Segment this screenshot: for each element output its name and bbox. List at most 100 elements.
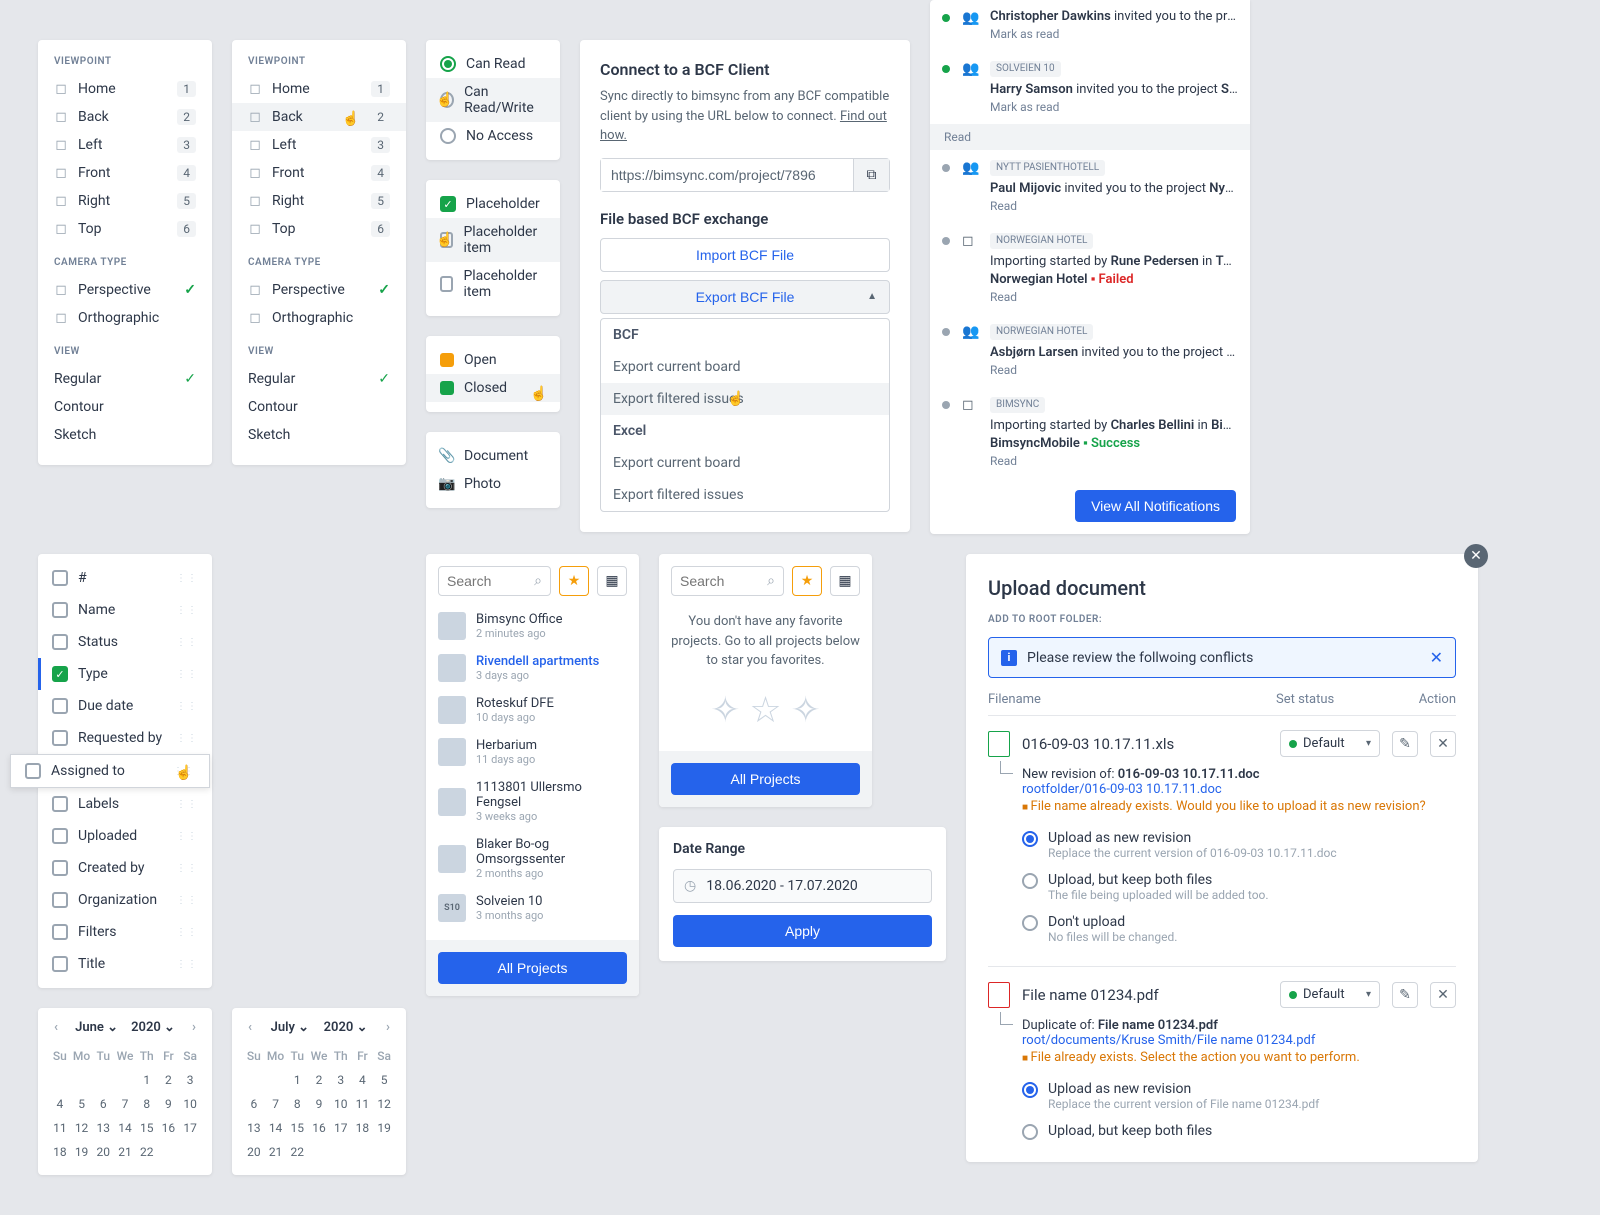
project-item[interactable]: Herbarium11 days ago	[438, 734, 627, 776]
view-sketch[interactable]: Sketch	[232, 421, 406, 449]
cal-day[interactable]: 4	[50, 1093, 70, 1115]
camera-orthographic[interactable]: ◻Orthographic	[232, 304, 406, 332]
column-name[interactable]: Name⋮⋮	[38, 594, 212, 626]
calendar-filter-button[interactable]: ▦	[597, 566, 627, 596]
vp-item-right[interactable]: ◻Right5	[232, 187, 406, 215]
cal-day[interactable]: 1	[287, 1069, 307, 1091]
column-#[interactable]: #⋮⋮	[38, 562, 212, 594]
cal-day[interactable]: 16	[309, 1117, 329, 1139]
column-created-by[interactable]: Created by⋮⋮	[38, 852, 212, 884]
status-select[interactable]: Default▾	[1280, 981, 1380, 1008]
attach-photo[interactable]: 📷Photo	[426, 470, 560, 498]
notification-item[interactable]: ◻BIMSYNCImporting started by Charles Bel…	[930, 387, 1250, 478]
dd-export-filtered-issues[interactable]: Export filtered issues	[601, 383, 889, 415]
notification-item[interactable]: 👥NYTT PASIENTHOTELLPaul Mijovic invited …	[930, 150, 1250, 223]
cal-day[interactable]: 3	[331, 1069, 351, 1091]
notification-item[interactable]: ◻NORWEGIAN HOTELImporting started by Run…	[930, 223, 1250, 314]
cal-day[interactable]: 12	[374, 1093, 394, 1115]
cal-next[interactable]: ›	[188, 1020, 200, 1035]
apply-button[interactable]: Apply	[673, 915, 932, 947]
cal-day[interactable]: 7	[115, 1093, 135, 1115]
cal-day[interactable]: 20	[244, 1141, 264, 1163]
remove-button[interactable]: ✕	[1430, 731, 1456, 757]
project-item[interactable]: Rivendell apartments3 days ago	[438, 650, 627, 692]
vp-item-right[interactable]: ◻Right5	[38, 187, 212, 215]
edit-button[interactable]: ✎	[1392, 982, 1418, 1008]
cal-day[interactable]: 9	[159, 1093, 179, 1115]
date-range-input[interactable]: ◷18.06.2020 - 17.07.2020	[673, 869, 932, 903]
cal-day[interactable]: 13	[244, 1117, 264, 1139]
cal-day[interactable]: 7	[266, 1093, 286, 1115]
cal-day[interactable]: 2	[309, 1069, 329, 1091]
cal-day[interactable]: 14	[266, 1117, 286, 1139]
camera-perspective[interactable]: ◻Perspective✓	[232, 276, 406, 304]
notification-item[interactable]: 👥SOLVEIEN 10Harry Samson invited you to …	[930, 51, 1250, 124]
placeholder-2[interactable]: Placeholder item	[426, 218, 560, 262]
upload-option[interactable]: Upload as new revisionReplace the curren…	[1022, 826, 1456, 868]
cal-day[interactable]: 19	[72, 1141, 92, 1163]
cal-day[interactable]: 15	[287, 1117, 307, 1139]
cal-day[interactable]: 17	[331, 1117, 351, 1139]
column-assigned-to[interactable]: Assigned to⋮⋮	[10, 754, 210, 788]
cal-day[interactable]: 18	[353, 1117, 373, 1139]
perm-read[interactable]: Can Read	[426, 50, 560, 78]
project-item[interactable]: Bimsync Office2 minutes ago	[438, 608, 627, 650]
vp-item-left[interactable]: ◻Left3	[38, 131, 212, 159]
export-bcf-button[interactable]: Export BCF File▲	[600, 280, 890, 314]
column-status[interactable]: Status⋮⋮	[38, 626, 212, 658]
fav-search-input[interactable]	[680, 573, 761, 589]
column-type[interactable]: ✓Type⋮⋮	[38, 658, 212, 690]
import-bcf-button[interactable]: Import BCF File	[600, 238, 890, 272]
perm-readwrite[interactable]: Can Read/Write	[426, 78, 560, 122]
cal-day[interactable]: 11	[50, 1117, 70, 1139]
projects-search-input[interactable]	[447, 573, 528, 589]
cal-day[interactable]: 21	[266, 1141, 286, 1163]
close-button[interactable]: ✕	[1464, 544, 1488, 568]
project-item[interactable]: Roteskuf DFE10 days ago	[438, 692, 627, 734]
upload-option[interactable]: Upload, but keep both files	[1022, 1119, 1456, 1148]
star-filter-button[interactable]: ★	[559, 566, 589, 596]
cal-day[interactable]: 10	[331, 1093, 351, 1115]
file-path-link[interactable]: rootfolder/016-09-03 10.17.11.doc	[1022, 782, 1456, 797]
placeholder-3[interactable]: Placeholder item	[426, 262, 560, 306]
file-path-link[interactable]: root/documents/Kruse Smith/File name 012…	[1022, 1033, 1456, 1048]
notification-item[interactable]: 👥Christopher Dawkins invited you to the …	[930, 0, 1250, 51]
status-open[interactable]: Open	[426, 346, 560, 374]
all-projects-button[interactable]: All Projects	[671, 763, 860, 795]
cal-next[interactable]: ›	[382, 1020, 394, 1035]
view-contour[interactable]: Contour	[232, 393, 406, 421]
view-all-notifications-button[interactable]: View All Notifications	[1075, 490, 1236, 522]
cal-day[interactable]: 21	[115, 1141, 135, 1163]
column-organization[interactable]: Organization⋮⋮	[38, 884, 212, 916]
vp-item-top[interactable]: ◻Top6	[38, 215, 212, 243]
column-due-date[interactable]: Due date⋮⋮	[38, 690, 212, 722]
cal-day[interactable]: 1	[137, 1069, 157, 1091]
view-sketch[interactable]: Sketch	[38, 421, 212, 449]
alert-close-button[interactable]: ✕	[1430, 648, 1443, 667]
copy-url-button[interactable]: ⧉	[853, 159, 889, 191]
vp-item-front[interactable]: ◻Front4	[232, 159, 406, 187]
column-filters[interactable]: Filters⋮⋮	[38, 916, 212, 948]
dd-excel-filtered-issues[interactable]: Export filtered issues	[601, 479, 889, 511]
cal-day[interactable]: 18	[50, 1141, 70, 1163]
vp-item-left[interactable]: ◻Left3	[232, 131, 406, 159]
upload-option[interactable]: Upload, but keep both filesThe file bein…	[1022, 868, 1456, 910]
cal-day[interactable]: 20	[93, 1141, 113, 1163]
cal-day[interactable]: 14	[115, 1117, 135, 1139]
cal-day[interactable]: 2	[159, 1069, 179, 1091]
cal-day[interactable]: 16	[159, 1117, 179, 1139]
status-closed[interactable]: Closed	[426, 374, 560, 402]
all-projects-button[interactable]: All Projects	[438, 952, 627, 984]
attach-document[interactable]: 📎Document	[426, 442, 560, 470]
perm-none[interactable]: No Access	[426, 122, 560, 150]
dd-export-current-board[interactable]: Export current board	[601, 351, 889, 383]
vp-item-top[interactable]: ◻Top6	[232, 215, 406, 243]
cal-day[interactable]: 12	[72, 1117, 92, 1139]
cal-day[interactable]: 13	[93, 1117, 113, 1139]
cal-day[interactable]: 8	[137, 1093, 157, 1115]
column-uploaded[interactable]: Uploaded⋮⋮	[38, 820, 212, 852]
view-regular[interactable]: Regular✓	[232, 365, 406, 393]
cal-day[interactable]: 22	[287, 1141, 307, 1163]
cal-day[interactable]: 5	[72, 1093, 92, 1115]
placeholder-1[interactable]: ✓Placeholder	[426, 190, 560, 218]
